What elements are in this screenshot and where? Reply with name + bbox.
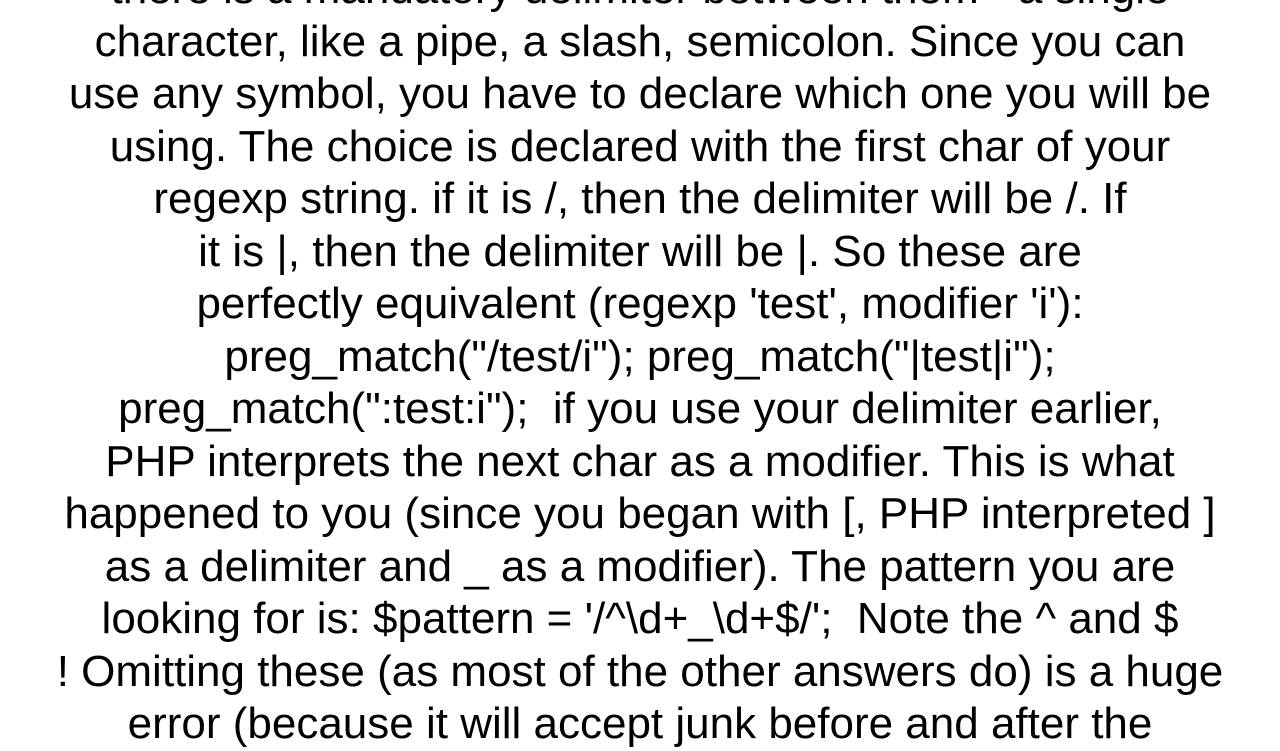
- answer-text-block: there is a mandatory delimiter between t…: [0, 0, 1280, 751]
- text-line: perfectly equivalent (regexp 'test', mod…: [196, 279, 1084, 328]
- text-line: PHP interprets the next char as a modifi…: [105, 436, 1175, 486]
- text-line: error (because it will accept junk befor…: [127, 699, 1153, 748]
- text-line: happened to you (since you began with [,…: [64, 489, 1216, 538]
- text-line: regexp string. if it is /, then the deli…: [153, 174, 1127, 223]
- code-line: looking for is: $pattern = '/^\d+_\d+$/'…: [101, 594, 1179, 643]
- code-line: preg_match("/test/i"); preg_match("|test…: [224, 331, 1056, 381]
- text-line: using. The choice is declared with the f…: [109, 121, 1171, 171]
- text-line: character, like a pipe, a slash, semicol…: [94, 16, 1186, 66]
- text-line: ! Omitting these (as most of the other a…: [56, 646, 1224, 696]
- code-line: preg_match(":test:i"); if you use your d…: [118, 384, 1162, 433]
- text-line: it is |, then the delimiter will be |. S…: [198, 226, 1082, 276]
- text-line: use any symbol, you have to declare whic…: [68, 69, 1212, 118]
- text-line: there is a mandatory delimiter between t…: [0, 0, 1280, 16]
- text-line: as a delimiter and _ as a modifier). The…: [104, 541, 1176, 591]
